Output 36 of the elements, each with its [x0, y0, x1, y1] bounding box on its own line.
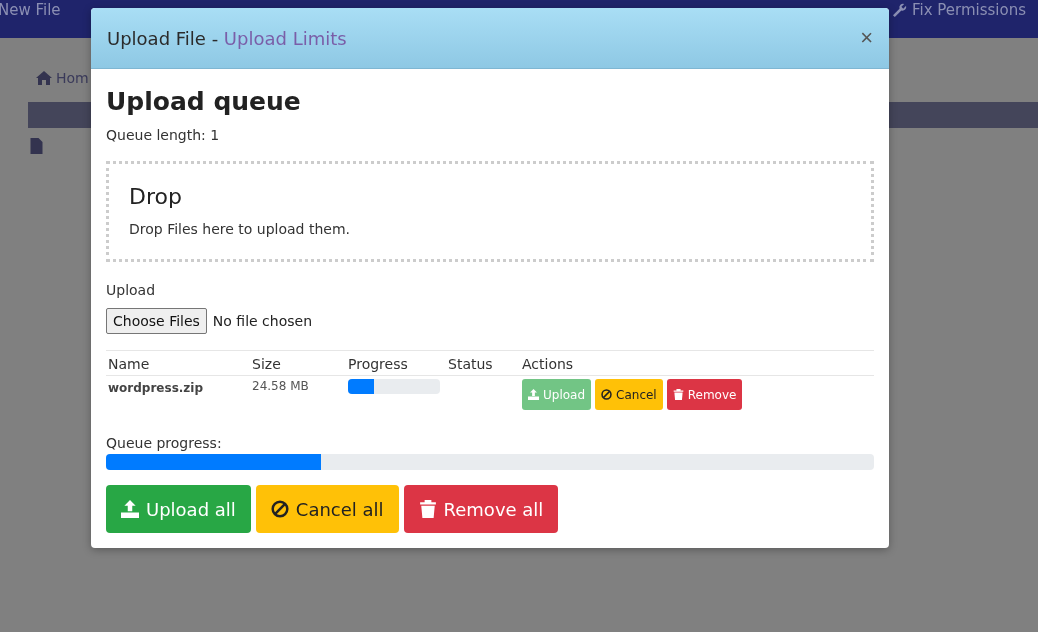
remove-button[interactable]: Remove [666, 379, 743, 410]
dialog-heading: Upload queue [106, 87, 302, 117]
toolbar-button[interactable]: New File [0, 0, 61, 20]
cancel-icon [601, 389, 613, 400]
file-size: 24.58 MB [252, 379, 309, 393]
upload-label: Upload [106, 282, 157, 298]
remove-all-button[interactable]: Remove all [403, 485, 559, 533]
column-header: Progress [346, 350, 446, 376]
column-header: Status [446, 350, 520, 376]
toolbar-button[interactable]: Fix Permissions [891, 0, 1026, 20]
dialog-title: Upload File - Upload Limits [107, 27, 347, 49]
cancel-all-button[interactable]: Cancel all [255, 485, 399, 533]
file-icon [30, 138, 43, 154]
queue-length: Queue length: 1 [106, 127, 221, 143]
upload-icon [121, 500, 139, 518]
wrench-icon [891, 2, 907, 18]
drop-zone-title: Drop [129, 184, 183, 209]
file-name: wordpress.zip [108, 381, 203, 395]
queue-progress-label: Queue progress: [106, 435, 223, 451]
column-header: Actions [520, 350, 874, 376]
choose-files-button[interactable]: Choose Files [106, 308, 207, 334]
upload-limits-link[interactable]: Upload Limits [223, 27, 347, 49]
drop-zone[interactable]: Drop Drop Files here to upload them. [106, 161, 874, 262]
trash-icon [418, 500, 437, 518]
file-status: No file chosen [212, 313, 313, 329]
home-icon [36, 71, 52, 85]
upload-icon [528, 389, 539, 400]
breadcrumb-link[interactable]: Hom [36, 70, 1038, 86]
cancel-icon [270, 500, 289, 518]
column-header: Name [106, 350, 250, 376]
trash-icon [672, 389, 684, 400]
cancel-button[interactable]: Cancel [595, 379, 663, 410]
close-button[interactable]: × [860, 27, 873, 49]
column-header: Size [250, 350, 346, 376]
upload-all-button[interactable]: Upload all [106, 485, 251, 533]
drop-zone-text: Drop Files here to upload them. [129, 221, 351, 237]
